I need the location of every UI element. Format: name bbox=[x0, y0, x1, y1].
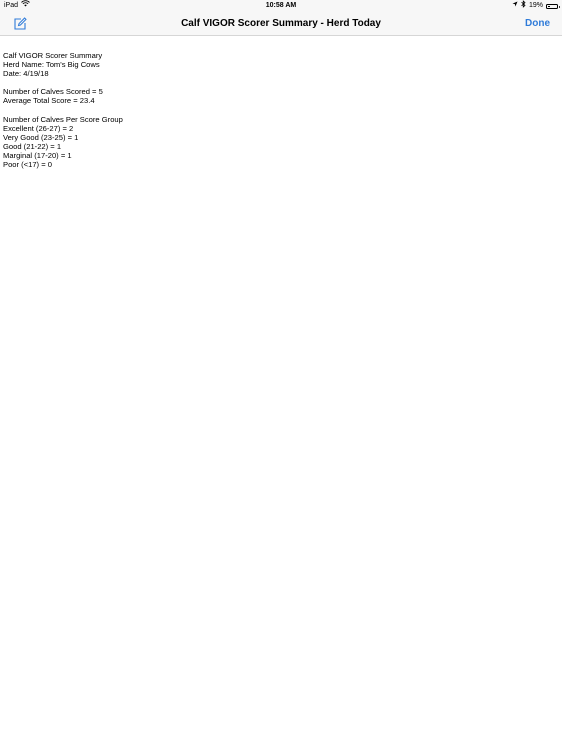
summary-date: Date: 4/19/18 bbox=[3, 69, 49, 79]
navigation-bar: Calf VIGOR Scorer Summary - Herd Today D… bbox=[0, 12, 562, 36]
summary-content: Calf VIGOR Scorer Summary Herd Name: Tom… bbox=[3, 51, 123, 169]
calves-scored: Number of Calves Scored = 5 bbox=[3, 87, 103, 97]
group-heading: Number of Calves Per Score Group bbox=[3, 114, 123, 124]
page-title: Calf VIGOR Scorer Summary - Herd Today bbox=[181, 18, 381, 29]
screen: iPad 10:58 AM 19% Calf VIGOR Scorer Summ… bbox=[0, 0, 562, 750]
location-icon bbox=[512, 0, 518, 12]
battery-percent: 19% bbox=[528, 2, 543, 9]
battery-fill bbox=[548, 5, 550, 7]
status-time: 10:58 AM bbox=[265, 2, 297, 9]
group-marginal: Marginal (17-20) = 1 bbox=[3, 151, 72, 161]
done-button[interactable]: Done bbox=[525, 12, 550, 35]
bluetooth-icon bbox=[521, 0, 526, 13]
average-score: Average Total Score = 23.4 bbox=[3, 96, 95, 106]
group-poor: Poor (<17) = 0 bbox=[3, 160, 52, 170]
status-bar: iPad 10:58 AM 19% bbox=[0, 0, 562, 12]
group-good: Good (21-22) = 1 bbox=[3, 141, 62, 151]
battery-icon bbox=[546, 3, 560, 9]
herd-name: Herd Name: Tom's Big Cows bbox=[3, 60, 100, 70]
group-very-good: Very Good (23-25) = 1 bbox=[3, 132, 79, 142]
summary-title: Calf VIGOR Scorer Summary bbox=[3, 51, 103, 60]
group-excellent: Excellent (26-27) = 2 bbox=[3, 123, 74, 133]
status-right: 19% bbox=[512, 0, 560, 13]
